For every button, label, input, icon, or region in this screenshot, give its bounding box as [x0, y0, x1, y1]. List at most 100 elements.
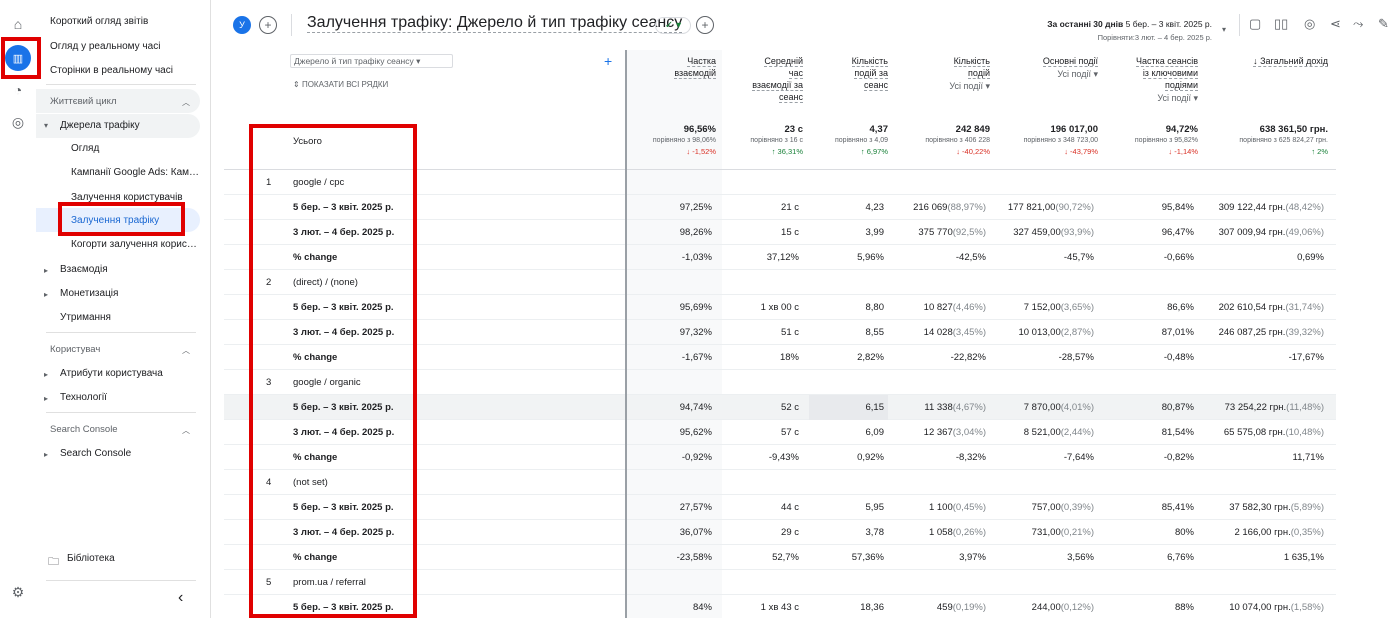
row-label: % change	[293, 452, 338, 463]
share-icon[interactable]: ⋖	[1330, 16, 1341, 32]
cell-value: 8,55	[865, 327, 885, 338]
table-row[interactable]: 5 бер. – 3 квіт. 2025 р. 27,57% 44 с 5,95 1 …	[224, 495, 1336, 520]
event-filter-dropdown[interactable]: Усі події ▾	[1043, 68, 1098, 80]
table-cell: 57 с	[722, 420, 803, 445]
total-cell: 638 361,50 грн. порівняно з 625 824,27 гр…	[1239, 124, 1328, 157]
table-cell: 73 254,22 грн. (11,48%)	[1204, 395, 1328, 420]
dimension-picker[interactable]: Джерело й тип трафіку сеансу ▾	[290, 54, 453, 68]
chevron-up-icon[interactable]: ︿	[182, 97, 190, 108]
expand-arrow-icon[interactable]: ▸	[44, 266, 48, 275]
sidebar-item-engagement[interactable]: Взаємодія	[60, 258, 108, 280]
table-cell: 1 058 (0,26%)	[894, 520, 990, 545]
insights-icon[interactable]: ◎	[1304, 16, 1315, 32]
table-row[interactable]: 5 бер. – 3 квіт. 2025 р. 97,25% 21 с 4,23 21…	[224, 195, 1336, 220]
cell-value: 65 575,08 грн.	[1223, 427, 1286, 438]
row-index: 1	[266, 177, 272, 188]
table-row[interactable]: % change -1,67% 18% 2,82% -22,82% -28,57% -0,4…	[224, 345, 1336, 370]
date-range[interactable]: За останні 30 днів 5 бер. – 3 квіт. 2025…	[1047, 19, 1212, 29]
sidebar-item-realtime-pages[interactable]: Сторінки в реальному часі	[50, 59, 173, 81]
table-row[interactable]: 3 лют. – 4 бер. 2025 р. 98,26% 15 с 3,99 375…	[224, 220, 1336, 245]
expand-arrow-icon[interactable]: ▸	[44, 290, 48, 299]
table-group-row[interactable]: 1 google / cpc	[224, 170, 1336, 195]
table-cell: -1,03%	[625, 245, 716, 270]
sidebar-item-library[interactable]: Бібліотека	[67, 547, 115, 569]
table-row[interactable]: 3 лют. – 4 бер. 2025 р. 36,07% 29 с 3,78 1 0…	[224, 520, 1336, 545]
status-check-chip[interactable]: ✓ ▾	[655, 17, 691, 34]
table-cell: 14 028 (3,45%)	[894, 320, 990, 345]
event-filter-dropdown[interactable]: Усі події ▾	[1136, 92, 1198, 104]
table-row[interactable]: 3 лют. – 4 бер. 2025 р. 97,32% 51 с 8,55 14 …	[224, 320, 1336, 345]
customize-report-icon[interactable]: ▢	[1249, 16, 1261, 32]
chevron-up-icon[interactable]: ︿	[182, 425, 190, 436]
sidebar-item-user-attributes[interactable]: Атрибути користувача	[60, 362, 163, 384]
add-filter-icon[interactable]: +	[696, 16, 714, 34]
column-header[interactable]: Частка сеансів із ключовими подіями Усі под…	[1135, 55, 1198, 104]
table-cell: 757,00 (0,39%)	[996, 495, 1098, 520]
compare-icon[interactable]: ▯▯	[1274, 16, 1288, 32]
table-row[interactable]: % change -23,58% 52,7% 57,36% 3,97% 3,56% 6,76…	[224, 545, 1336, 570]
expand-arrow-icon[interactable]: ▾	[44, 121, 48, 130]
sidebar-section-user[interactable]: Користувач	[50, 338, 100, 360]
add-comparison-icon[interactable]: +	[259, 16, 277, 34]
sidebar-item-retention[interactable]: Утримання	[60, 306, 111, 328]
sidebar-section-lifecycle[interactable]: Життєвий цикл	[50, 90, 116, 112]
table-row[interactable]: 5 бер. – 3 квіт. 2025 р. 84% 1 хв 43 с 18,3…	[224, 595, 1336, 618]
advertising-icon[interactable]: ◎	[9, 113, 27, 131]
column-header[interactable]: Основні події Усі події ▾	[1042, 55, 1098, 80]
sidebar-section-search-console[interactable]: Search Console	[50, 418, 118, 440]
sidebar-item-acquisition-cohorts[interactable]: Когорти залучення корис…	[71, 233, 197, 255]
table-row[interactable]: 3 лют. – 4 бер. 2025 р. 95,62% 57 с 6,09 12 …	[224, 420, 1336, 445]
explore-icon[interactable]: ◔	[9, 81, 27, 99]
column-header-label: ↓ Загальний дохід	[1253, 56, 1328, 67]
column-header[interactable]: Частка взаємодій	[674, 55, 716, 79]
cell-value: -0,92%	[681, 452, 712, 463]
sidebar-item-reports-snapshot[interactable]: Короткий огляд звітів	[50, 10, 148, 32]
date-dropdown-icon[interactable]: ▾	[1222, 25, 1226, 34]
event-filter-dropdown[interactable]: Усі події ▾	[949, 80, 990, 92]
table-cell: -45,7%	[996, 245, 1098, 270]
table-group-row[interactable]: 5 prom.ua / referral	[224, 570, 1336, 595]
avatar[interactable]: У	[233, 16, 251, 34]
sidebar-item-search-console[interactable]: Search Console	[60, 442, 131, 464]
expand-arrow-icon[interactable]: ▸	[44, 450, 48, 459]
sidebar-item-overview[interactable]: Огляд	[71, 137, 99, 159]
edit-icon[interactable]: ✎	[1378, 16, 1389, 32]
table-row[interactable]: 5 бер. – 3 квіт. 2025 р. 95,69% 1 хв 00 с 8…	[224, 295, 1336, 320]
table-cell: 29 с	[722, 520, 803, 545]
column-header[interactable]: Кількість подій за сеанс	[851, 55, 888, 91]
settings-gear-icon[interactable]: ⚙	[9, 583, 27, 601]
show-all-rows-button[interactable]: ⇕ ПОКАЗАТИ ВСІ РЯДКИ	[293, 80, 388, 89]
table-group-row[interactable]: 3 google / organic	[224, 370, 1336, 395]
sidebar-item-realtime-overview[interactable]: Огляд у реальному часі	[50, 35, 160, 57]
table-group-row[interactable]: 2 (direct) / (none)	[224, 270, 1336, 295]
cell-value: 10 074,00 грн.	[1229, 602, 1291, 613]
table-cell: 36,07%	[625, 520, 716, 545]
home-icon[interactable]: ⌂	[9, 15, 27, 33]
column-header[interactable]: Кількість подій Усі події ▾	[949, 55, 990, 92]
cell-value: 459	[936, 602, 953, 613]
table-row[interactable]: % change -0,92% -9,43% 0,92% -8,32% -7,64% -0,…	[224, 445, 1336, 470]
column-header[interactable]: Середній час взаємодії за сеанс	[752, 55, 803, 103]
collapse-sidebar-icon[interactable]: ‹	[178, 587, 183, 609]
cell-share: (90,72%)	[1055, 202, 1094, 213]
column-header[interactable]: ↓ Загальний дохід	[1253, 55, 1328, 67]
sidebar-item-tech[interactable]: Технології	[60, 386, 107, 408]
sidebar-item-traffic-sources[interactable]: Джерела трафіку	[60, 114, 140, 136]
table-cell: -1,67%	[625, 345, 716, 370]
table-row[interactable]: % change -1,03% 37,12% 5,96% -42,5% -45,7% -0,…	[224, 245, 1336, 270]
trend-icon[interactable]: ⤳	[1353, 16, 1363, 32]
table-cell: 0,69%	[1204, 245, 1328, 270]
chevron-up-icon[interactable]: ︿	[182, 345, 190, 356]
sidebar-item-monetization[interactable]: Монетизація	[60, 282, 118, 304]
expand-arrow-icon[interactable]: ▸	[44, 370, 48, 379]
add-dimension-icon[interactable]: +	[604, 53, 612, 69]
sidebar-item-traffic-acquisition[interactable]: Залучення трафіку	[71, 209, 159, 231]
cell-value: 3,78	[865, 527, 885, 538]
sidebar-item-user-acquisition[interactable]: Залучення користувачів	[71, 186, 183, 208]
reports-icon[interactable]: ▥	[5, 45, 31, 71]
expand-arrow-icon[interactable]: ▸	[44, 394, 48, 403]
column-header-label: подіями	[1164, 80, 1198, 91]
table-row[interactable]: 5 бер. – 3 квіт. 2025 р. 94,74% 52 с 6,15 11…	[224, 395, 1336, 420]
sidebar-item-google-ads[interactable]: Кампанії Google Ads: Кам…	[71, 161, 199, 183]
table-group-row[interactable]: 4 (not set)	[224, 470, 1336, 495]
